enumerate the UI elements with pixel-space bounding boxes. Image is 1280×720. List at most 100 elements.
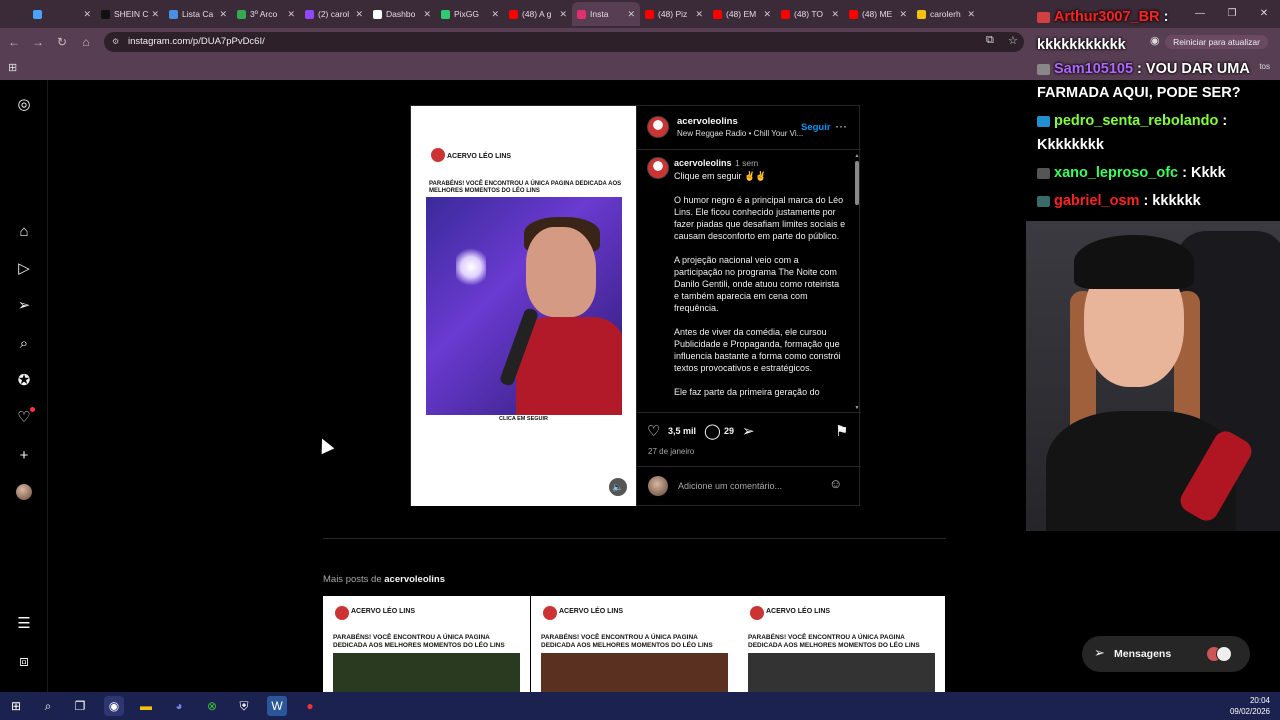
browser-tab[interactable]: (48) ME ✕ [844,2,912,26]
apps-grid-icon[interactable]: ⊞ [8,61,17,74]
create-plus-icon[interactable]: + [14,445,34,465]
home-icon[interactable]: ⌂ [74,35,98,49]
tab-close-icon[interactable]: ✕ [491,9,499,20]
thumb-brand: ACERVO LÉO LINS [559,608,624,615]
like-count[interactable]: 3,5 mil [668,426,696,436]
obs-icon[interactable]: ● [300,696,320,716]
chat-badge-icon [1037,11,1050,23]
discord-icon[interactable]: ◕ [169,696,189,716]
browser-tab[interactable]: ✕ [28,2,96,26]
thumb-brand-avatar [750,606,764,620]
chat-badge-icon [1037,195,1050,207]
chat-message: gabriel_osm : kkkkkk [1037,189,1277,213]
scroll-down-icon[interactable]: ▼ [854,405,860,411]
browser-tab[interactable]: (48) A g ✕ [504,2,572,26]
emoji-icon[interactable]: ☺ [829,476,842,491]
notifications-heart-icon[interactable]: ♡ [14,407,35,427]
post-media[interactable]: ACERVO LÉO LINS PARABÉNS! VOCÊ ENCONTROU… [411,106,636,506]
back-arrow-icon[interactable]: ← [2,35,26,49]
save-bookmark-icon[interactable]: ⚑ [835,422,848,440]
file-explorer-icon[interactable]: ▬ [136,696,156,716]
direct-nav-icon[interactable]: ➢ [14,295,34,315]
tab-close-icon[interactable]: ✕ [763,9,771,20]
follow-button[interactable]: Seguir [801,122,831,133]
tab-close-icon[interactable]: ✕ [83,9,91,20]
site-info-icon[interactable]: ⚙ [112,32,119,52]
more-post-thumbnail[interactable]: ACERVO LÉO LINS PARABÉNS! VOCÊ ENCONTROU … [531,596,738,696]
security-icon[interactable]: ⛨ [234,696,254,716]
caption-avatar[interactable] [647,157,669,179]
word-icon[interactable]: W [267,696,287,716]
comment-count[interactable]: 29 [724,426,734,436]
browser-tab[interactable]: (48) Piz ✕ [640,2,708,26]
more-posts-user[interactable]: acervoleolins [384,574,445,585]
task-view-icon[interactable]: ❐ [70,696,90,716]
also-from-meta-icon[interactable]: ⧈ [14,651,34,671]
system-clock[interactable]: 20:04 09/02/2026 [1230,695,1270,717]
messages-button[interactable]: ➢ Mensagens [1082,636,1250,672]
browser-tab[interactable]: (48) TO ✕ [776,2,844,26]
author-username[interactable]: acervoleolins [677,116,738,127]
browser-tab[interactable]: SHEIN C ✕ [96,2,164,26]
tab-favicon-icon [237,9,246,19]
share-icon[interactable]: ➢ [742,422,755,440]
browser-tab[interactable]: Dashbo ✕ [368,2,436,26]
tab-close-icon[interactable]: ✕ [627,9,635,20]
browser-tab[interactable]: Insta ✕ [572,2,640,26]
windows-start-icon[interactable]: ⊞ [6,696,26,716]
chat-username: pedro_senta_rebolando [1054,113,1219,129]
comment-bubble-icon[interactable]: ◯ [704,422,721,440]
comment-input[interactable]: Adicione um comentário... [678,481,782,491]
audio-mute-icon[interactable]: 🔈 [609,478,627,496]
author-avatar[interactable] [647,116,669,138]
browser-tab[interactable]: carolerh ✕ [912,2,980,26]
tab-close-icon[interactable]: ✕ [287,9,295,20]
tab-close-icon[interactable]: ✕ [695,9,703,20]
post-audio[interactable]: New Reggae Radio • Chill Your Vi... [677,129,803,138]
direct-message-icon: ➢ [1094,645,1105,660]
more-post-thumbnail[interactable]: ACERVO LÉO LINS PARABÉNS! VOCÊ ENCONTROU … [738,596,945,696]
media-cta: CLICA EM SEGUIR [499,416,548,422]
instagram-logo-icon[interactable]: ◎ [14,94,34,114]
tab-close-icon[interactable]: ✕ [559,9,567,20]
tab-close-icon[interactable]: ✕ [423,9,431,20]
chrome-taskbar-icon[interactable]: ◉ [104,696,124,716]
tab-close-icon[interactable]: ✕ [355,9,363,20]
tab-close-icon[interactable]: ✕ [967,9,975,20]
menu-hamburger-icon[interactable]: ☰ [14,613,34,633]
tab-close-icon[interactable]: ✕ [831,9,839,20]
profile-nav-avatar[interactable] [14,482,34,502]
browser-tab[interactable]: (48) EM ✕ [708,2,776,26]
search-nav-icon[interactable]: ⌕ [14,333,34,353]
browser-tab[interactable]: PixGG ✕ [436,2,504,26]
browser-tab[interactable]: 3º Arco ✕ [232,2,300,26]
like-heart-icon[interactable]: ♡ [647,422,660,440]
explore-nav-icon[interactable]: ✪ [14,370,34,390]
tab-close-icon[interactable]: ✕ [151,9,159,20]
caption-scrollbar[interactable]: ▲ ▼ [854,153,860,411]
tab-close-icon[interactable]: ✕ [899,9,907,20]
more-post-thumbnail[interactable]: ACERVO LÉO LINS PARABÉNS! VOCÊ ENCONTROU … [323,596,530,696]
forward-arrow-icon[interactable]: → [26,35,50,49]
browser-tab[interactable]: (2) carol ✕ [300,2,368,26]
caption-username[interactable]: acervoleolins [674,158,732,168]
xbox-icon[interactable]: ⊗ [202,696,222,716]
install-app-icon[interactable]: ⧉ [986,34,994,47]
more-options-icon[interactable]: ··· [835,119,847,133]
scrollbar-thumb[interactable] [855,161,859,205]
taskbar-search-icon[interactable]: ⌕ [38,696,58,716]
tab-favicon-icon [849,9,858,19]
browser-tab[interactable]: Lista Ca ✕ [164,2,232,26]
reload-icon[interactable]: ↻ [50,35,74,49]
caption-area[interactable]: acervoleolins 1 sem Clique em seguir ✌✌ … [637,151,861,413]
url-field[interactable]: ⚙ instagram.com/p/DUA7pPvDc6I/ [104,32,1024,52]
thumb-photo [333,653,520,696]
home-nav-icon[interactable]: ⌂ [14,221,34,241]
bookmark-star-icon[interactable]: ☆ [1008,34,1018,47]
tab-close-icon[interactable]: ✕ [219,9,227,20]
more-posts-title: Mais posts de acervoleolins [323,574,445,585]
tab-favicon-icon [33,9,42,19]
scroll-up-icon[interactable]: ▲ [854,153,860,159]
thumb-headline: PARABÉNS! VOCÊ ENCONTROU A ÚNICA PAGINA … [748,634,920,649]
reels-nav-icon[interactable]: ▷ [14,258,34,278]
